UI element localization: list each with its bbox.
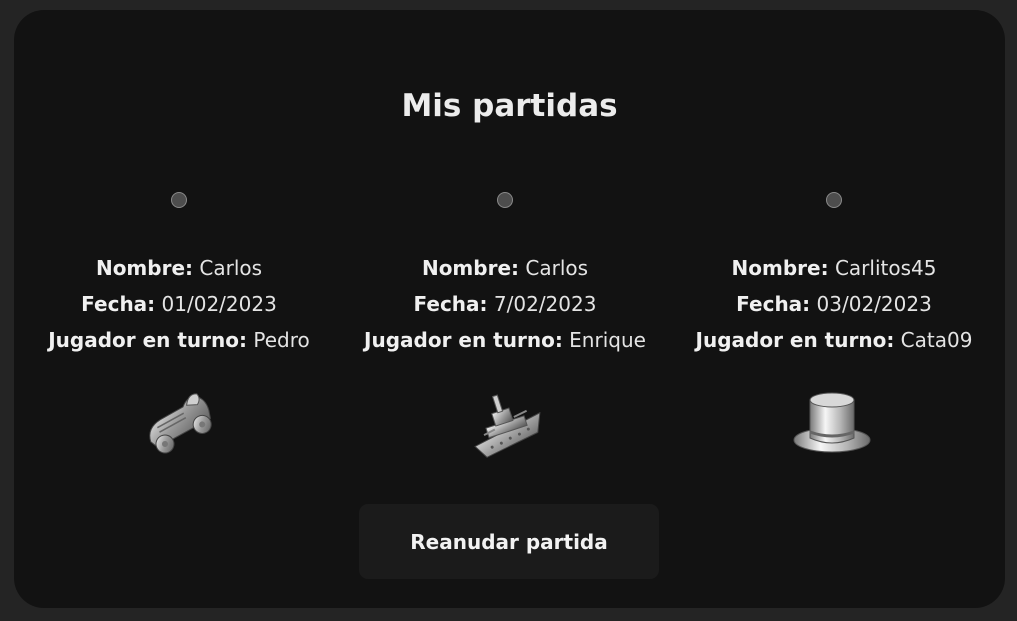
name-label: Nombre: [95, 256, 194, 280]
game-date: 03/02/2023 [816, 292, 932, 316]
game-card: Nombre: Carlos Fecha: 01/02/2023 Jugador… [14, 190, 344, 464]
turn-label: Jugador en turno: [695, 328, 895, 352]
game-turn-player: Cata09 [900, 328, 973, 352]
turn-label: Jugador en turno: [48, 328, 248, 352]
game-turn-row: Jugador en turno: Cata09 [669, 322, 999, 358]
game-info: Nombre: Carlitos45 Fecha: 03/02/2023 Jug… [669, 250, 999, 358]
turn-label: Jugador en turno: [364, 328, 563, 352]
game-turn-player: Enrique [569, 328, 646, 352]
game-name-row: Nombre: Carlos [14, 250, 344, 286]
page-title: Mis partidas [401, 88, 618, 124]
game-select-radio[interactable] [826, 192, 842, 208]
top-hat-token-icon [793, 392, 871, 453]
game-date-row: Fecha: 7/02/2023 [340, 286, 670, 322]
car-token-icon [149, 393, 212, 454]
game-name: Carlitos45 [834, 256, 937, 280]
name-label: Nombre: [421, 256, 520, 280]
game-card: Nombre: Carlitos45 Fecha: 03/02/2023 Jug… [669, 190, 999, 464]
game-card: Nombre: Carlos Fecha: 7/02/2023 Jugador … [340, 190, 670, 464]
battleship-token-icon [474, 394, 541, 458]
game-select-radio[interactable] [171, 192, 187, 208]
game-turn-player: Pedro [253, 328, 310, 352]
game-info: Nombre: Carlos Fecha: 7/02/2023 Jugador … [340, 250, 670, 358]
date-label: Fecha: [81, 292, 156, 316]
game-info: Nombre: Carlos Fecha: 01/02/2023 Jugador… [14, 250, 344, 358]
date-label: Fecha: [736, 292, 811, 316]
game-name-row: Nombre: Carlos [340, 250, 670, 286]
resume-game-button[interactable]: Reanudar partida [359, 504, 659, 579]
date-label: Fecha: [413, 292, 488, 316]
game-select-radio[interactable] [497, 192, 513, 208]
name-label: Nombre: [731, 256, 829, 280]
game-name-row: Nombre: Carlitos45 [669, 250, 999, 286]
game-date: 7/02/2023 [493, 292, 597, 316]
game-date-row: Fecha: 03/02/2023 [669, 286, 999, 322]
game-turn-row: Jugador en turno: Pedro [14, 322, 344, 358]
game-date-row: Fecha: 01/02/2023 [14, 286, 344, 322]
game-name: Carlos [199, 256, 263, 280]
saved-games-panel: Mis partidas Nombre: Carlos Fecha: 01/02… [14, 10, 1005, 608]
game-turn-row: Jugador en turno: Enrique [340, 322, 670, 358]
game-name: Carlos [525, 256, 589, 280]
game-date: 01/02/2023 [161, 292, 277, 316]
